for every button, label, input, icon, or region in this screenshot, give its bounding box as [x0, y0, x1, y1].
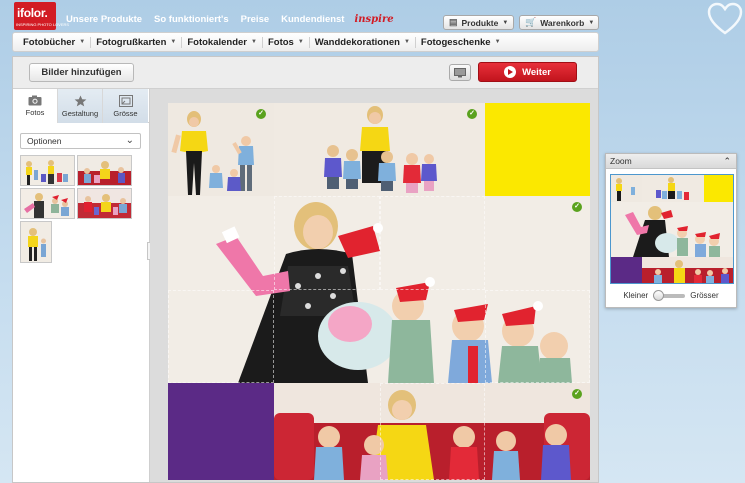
photo-image [21, 156, 74, 185]
options-label: Optionen [27, 136, 62, 146]
monitor-icon [454, 67, 466, 77]
grid-icon: ▤ [449, 17, 458, 27]
chevron-down-icon: ⌄ [125, 135, 134, 146]
caret-down-icon: ▼ [494, 39, 501, 45]
check-icon: ✓ [256, 109, 266, 119]
photo-thumbnail[interactable] [20, 221, 52, 263]
caret-down-icon: ▼ [502, 19, 509, 26]
caret-down-icon: ▼ [170, 39, 177, 45]
caret-down-icon: ▼ [403, 39, 410, 45]
logo-tagline: INSPIRING PHOTO LOVERS [16, 22, 70, 27]
star-icon [74, 95, 86, 106]
purple-fill [168, 383, 274, 480]
play-icon [504, 66, 517, 78]
photo-thumbnail[interactable] [77, 155, 132, 186]
photo-image [21, 189, 74, 218]
editor-frame: Bilder hinzufügen Weiter Fotos Gestaltun… [12, 56, 599, 483]
category-nav: Fotobücher ▼ Fotogrußkarten ▼ Fotokalender… [12, 32, 599, 52]
caret-down-icon: ▼ [588, 19, 595, 26]
camera-icon [28, 95, 42, 106]
photo-page: ✓ ✓ ✓ ✓ [168, 103, 590, 480]
resize-icon [118, 94, 133, 107]
photo-image [274, 103, 485, 196]
top-bar: ifolor. INSPIRING PHOTO LOVERS Unsere Pr… [0, 0, 745, 35]
zoom-controls: Kleiner Grösser [606, 289, 736, 301]
zoom-minimap[interactable] [610, 174, 734, 284]
tab-fotos[interactable]: Fotos [13, 89, 58, 123]
category-label: Fotokalender [187, 36, 248, 48]
options-select[interactable]: Optionen ⌄ [20, 133, 141, 149]
produkte-dropdown[interactable]: ▤ Produkte ▼ [443, 15, 514, 30]
warenkorb-label: Warenkorb [540, 17, 585, 28]
category-fotokalender[interactable]: Fotokalender ▼ [182, 36, 263, 48]
editor-canvas: ✓ ✓ ✓ ✓ [150, 89, 598, 482]
photo-thumbnail[interactable] [20, 155, 75, 186]
photo-thumbnail[interactable] [77, 188, 132, 219]
tab-label: Fotos [25, 108, 45, 117]
nav-unsere-produkte[interactable]: Unsere Produkte [66, 14, 142, 25]
check-icon: ✓ [467, 109, 477, 119]
photo-image [21, 222, 51, 262]
caret-down-icon: ▼ [297, 39, 304, 45]
nav-kundendienst[interactable]: Kundendienst [281, 14, 344, 25]
zoom-smaller-label: Kleiner [623, 291, 649, 300]
caret-down-icon: ▼ [79, 39, 86, 45]
photo-image [274, 383, 590, 480]
photo-image [78, 156, 131, 185]
category-label: Wanddekorationen [314, 36, 400, 48]
caret-down-icon: ▼ [251, 39, 257, 45]
tab-gestaltung[interactable]: Gestaltung [58, 89, 103, 123]
top-nav: Unsere Produkte So funktioniert's Preise… [66, 14, 394, 25]
add-images-button[interactable]: Bilder hinzufügen [29, 63, 134, 82]
zoom-slider-knob[interactable] [653, 289, 665, 301]
side-tabs: Fotos Gestaltung Grösse [13, 89, 149, 123]
tab-label: Grösse [113, 108, 138, 118]
zoom-bigger-label: Grösser [690, 291, 719, 300]
preview-button[interactable] [449, 64, 471, 81]
category-fotogrusskarten[interactable]: Fotogrußkarten ▼ [91, 36, 183, 48]
color-fill-cell-yellow[interactable] [485, 103, 590, 196]
next-button[interactable]: Weiter [478, 62, 577, 82]
category-label: Fotogrußkarten [96, 36, 167, 48]
chevron-up-icon[interactable]: ⌃ [723, 154, 731, 168]
nav-inspire[interactable]: inspire [354, 14, 393, 25]
category-wanddekorationen[interactable]: Wanddekorationen ▼ [310, 36, 416, 48]
tab-label: Gestaltung [61, 108, 99, 118]
produkte-label: Produkte [461, 17, 499, 28]
color-fill-cell-purple[interactable] [168, 383, 274, 480]
category-label: Fotogeschenke [420, 36, 491, 48]
category-label: Fotos [267, 36, 294, 48]
tab-groesse[interactable]: Grösse [103, 89, 148, 123]
photo-cell-red-sofa[interactable] [274, 383, 590, 480]
category-fotogeschenke[interactable]: Fotogeschenke ▼ [416, 37, 506, 48]
zoom-slider[interactable] [653, 289, 686, 301]
category-label: Fotobücher [23, 36, 76, 48]
photo-image [168, 196, 590, 383]
category-fotobuecher[interactable]: Fotobücher ▼ [18, 36, 92, 48]
minimap-image [611, 175, 733, 283]
logo-brand: ifolor. [17, 6, 48, 20]
photo-thumbnail[interactable] [20, 188, 75, 219]
side-panel: Fotos Gestaltung Grösse Optionen ⌄ [13, 89, 150, 482]
photo-cell-main[interactable] [168, 196, 590, 383]
photo-image [78, 189, 131, 218]
yellow-fill [485, 103, 590, 196]
nav-so-funktionierts[interactable]: So funktioniert's [154, 14, 229, 25]
category-fotos[interactable]: Fotos ▼ [263, 36, 310, 48]
photo-cell-group-standing[interactable] [274, 103, 485, 196]
zoom-panel: Zoom ⌃ Kleiner Grösser [605, 153, 737, 308]
cart-icon: 🛒 [525, 17, 537, 27]
zoom-header[interactable]: Zoom ⌃ [606, 154, 736, 169]
ifolor-logo[interactable]: ifolor. INSPIRING PHOTO LOVERS [14, 2, 69, 30]
heart-icon[interactable] [707, 2, 743, 36]
nav-preise[interactable]: Preise [241, 14, 270, 25]
next-label: Weiter [522, 66, 551, 78]
zoom-title: Zoom [610, 156, 632, 166]
check-icon: ✓ [572, 202, 582, 212]
check-icon: ✓ [572, 389, 582, 399]
editor-toolbar: Bilder hinzufügen Weiter [13, 57, 598, 89]
warenkorb-dropdown[interactable]: 🛒 Warenkorb ▼ [519, 15, 599, 30]
